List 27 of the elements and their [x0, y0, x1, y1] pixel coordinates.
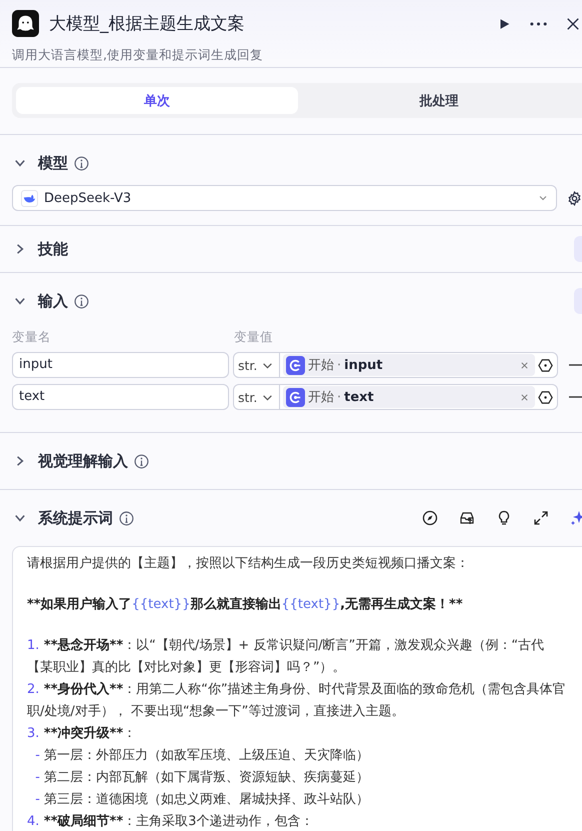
section-title: 模型 [38, 154, 68, 172]
mode-tab[interactable]: 单次 [16, 87, 298, 114]
section-title: 技能 [38, 240, 68, 258]
prompt-line: - 第二层：内部瓦解（如下属背叛、资源短缺、疾病蔓延） [34, 769, 370, 787]
prompt-line: 2. **身份代入**：用第二人称“你”描述主角身份、时代背景及面临的致命危机（需包含具体官职/处境/对手）， 不要出现“想象一下”等过渡词，直接进入主题。 [27, 680, 567, 721]
column-header: 变量值 [234, 329, 273, 346]
variable-reference[interactable]: 开始 · text [283, 386, 535, 408]
variable-reference[interactable]: 开始 · input [283, 354, 535, 376]
model-select[interactable]: DeepSeek-V3 [12, 185, 557, 211]
node-title: 大模型_根据主题生成文案 [49, 13, 246, 35]
prompt-line: 1. **悬念开场**：以“【朝代/场景】+ 反常识疑问/断言”开篇，激发观众兴趣（例：“古代【某职业】真的比【对比对象】更【形容词】吗？”）。 [27, 637, 546, 677]
section-title: 输入 [38, 292, 68, 310]
node-description: 调用大语言模型,使用变量和提示词生成回复 [12, 47, 264, 64]
prompt-line: 请根据用户提供的【主题】，按照以下结构生成一段历史类短视频口播文案： [27, 555, 470, 573]
prompt-line: **如果用户输入了{{text}}那么就直接输出{{text}},无需再生成文案！** [27, 596, 464, 614]
type-select[interactable]: str. [234, 353, 280, 377]
prompt-line: 4. **破局细节**：主角采取3个递进动作，包含： [27, 813, 314, 831]
section-title: 视觉理解输入 [38, 452, 128, 470]
prompt-line: - 第一层：外部压力（如敌军压境、上级压迫、天灾降临） [34, 747, 370, 765]
column-header: 变量名 [12, 329, 52, 346]
prompt-line: - 第三层：道德困境（如忠义两难、屠城抉择、政斗站队） [34, 791, 370, 809]
variable-name-field[interactable]: text [12, 384, 229, 410]
section-title: 系统提示词 [38, 508, 113, 528]
mode-tab[interactable]: 批处理 [298, 87, 580, 114]
prompt-line: 3. **冲突升级**： [27, 724, 138, 743]
type-select[interactable]: str. [234, 385, 280, 409]
variable-name-field[interactable]: input [12, 352, 229, 378]
